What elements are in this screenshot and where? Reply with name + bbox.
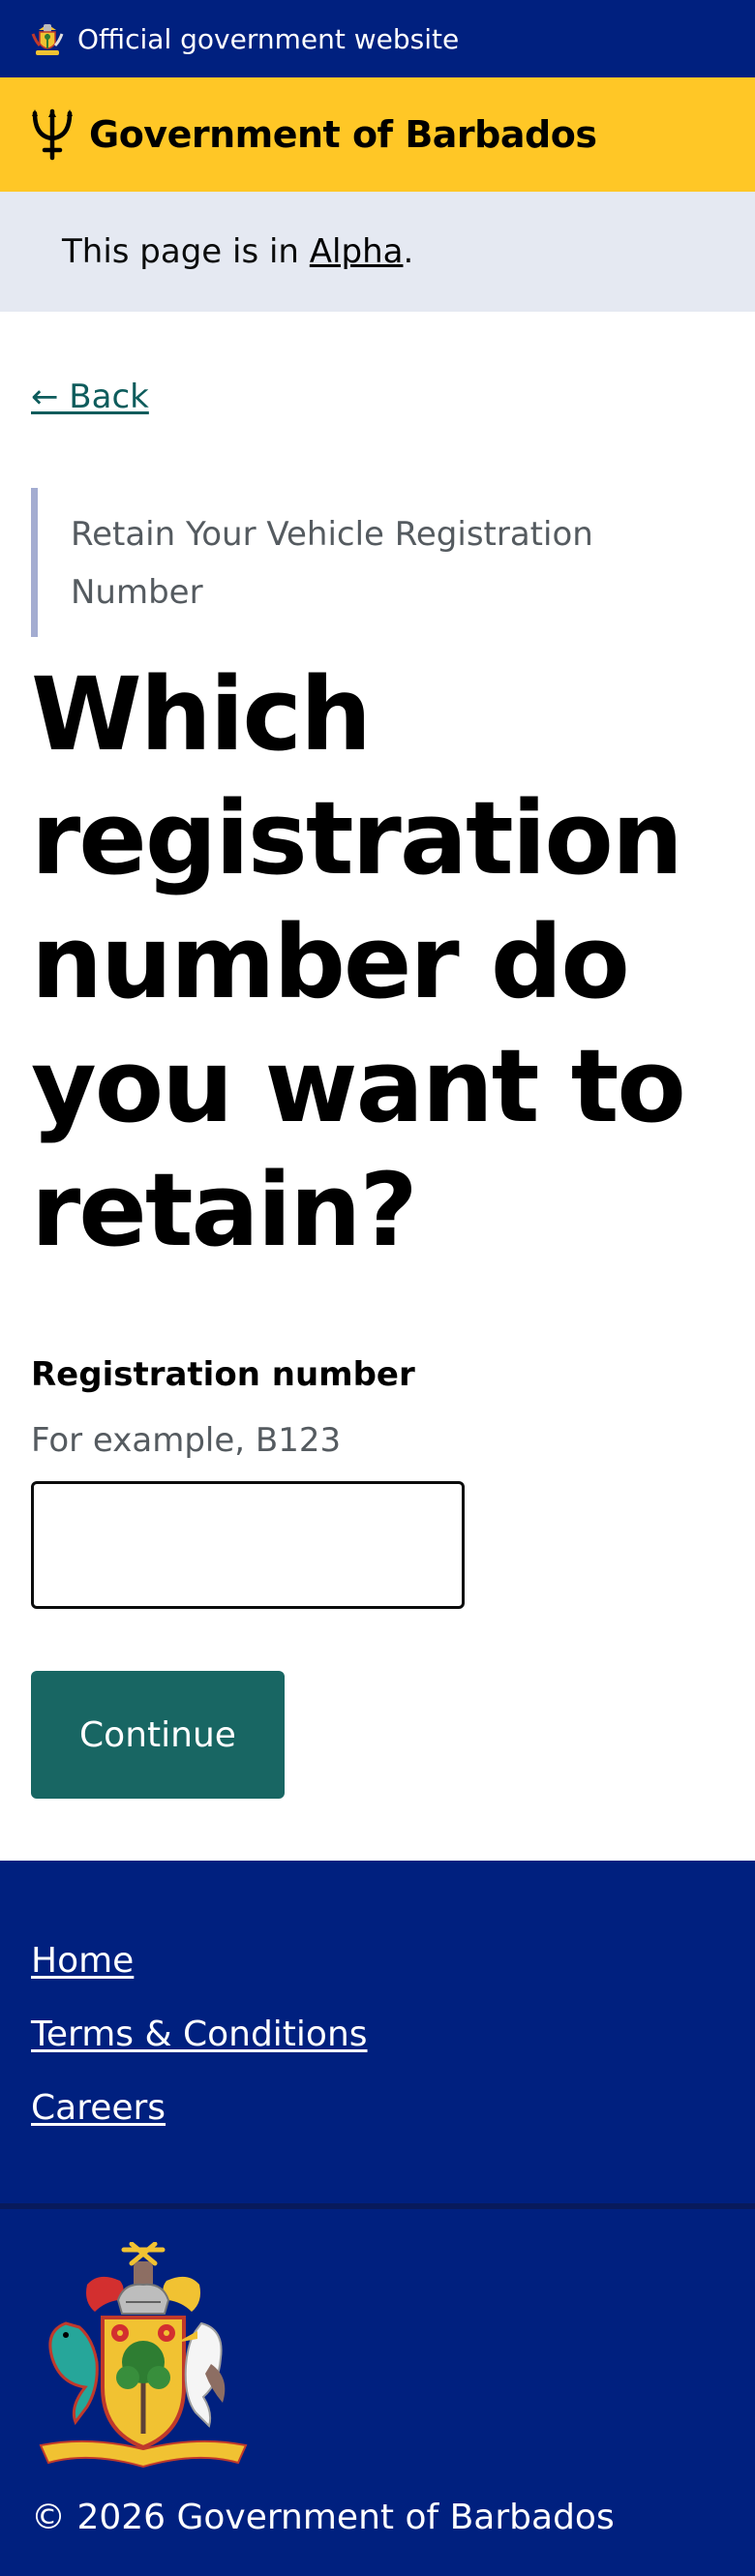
footer-bottom: © 2026 Government of Barbados	[0, 2209, 755, 2576]
coat-of-arms-icon	[31, 24, 64, 55]
official-website-bar: Official government website	[0, 0, 755, 77]
barbados-coat-of-arms-icon	[39, 2242, 248, 2469]
phase-banner-prefix: This page is in	[62, 232, 299, 271]
footer-nav: Home Terms & Conditions Careers	[0, 1861, 755, 2209]
registration-number-input[interactable]	[31, 1481, 465, 1609]
phase-banner-suffix: .	[403, 232, 414, 271]
official-website-text: Official government website	[77, 22, 460, 55]
footer-link-careers[interactable]: Careers	[31, 2072, 724, 2145]
government-home-link[interactable]: Government of Barbados	[89, 113, 597, 156]
trident-icon	[32, 108, 73, 161]
copyright-text: © 2026 Government of Barbados	[31, 2498, 615, 2537]
registration-number-label: Registration number	[31, 1355, 415, 1394]
alpha-link[interactable]: Alpha	[310, 232, 404, 271]
page-title: Which registration number do you want to…	[31, 655, 686, 1269]
continue-button[interactable]: Continue	[31, 1671, 285, 1799]
phase-banner: This page is in Alpha.	[0, 192, 755, 312]
back-link[interactable]: ← Back	[31, 378, 149, 416]
service-caption: Retain Your Vehicle Registration Number	[31, 488, 724, 637]
registration-number-hint: For example, B123	[31, 1421, 342, 1460]
main-content: ← Back Retain Your Vehicle Registration …	[0, 312, 755, 1799]
footer-link-home[interactable]: Home	[31, 1924, 724, 1998]
footer-link-terms[interactable]: Terms & Conditions	[31, 1998, 724, 2072]
brand-bar: Government of Barbados	[0, 77, 755, 192]
